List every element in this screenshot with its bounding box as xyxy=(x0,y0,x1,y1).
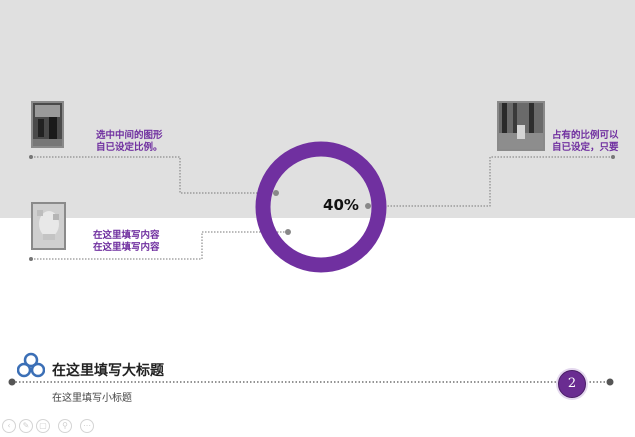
right-top-line1: 占有的比例可以 xyxy=(552,130,619,141)
left-bottom-label: 在这里填写内容 在这里填写内容 xyxy=(93,230,160,254)
slide-title: 在这里填写大标题 xyxy=(52,363,164,379)
left-top-line2: 自已设定比例。 xyxy=(96,142,163,153)
photo-left-top xyxy=(31,101,64,148)
left-bottom-line1: 在这里填写内容 xyxy=(93,230,160,241)
zoom-icon[interactable]: ⚲ xyxy=(58,419,72,433)
photo-image xyxy=(33,103,62,146)
blurred-face-image xyxy=(33,204,64,248)
left-bottom-line2: 在这里填写内容 xyxy=(93,242,160,253)
prev-arrow-icon[interactable]: ‹ xyxy=(2,419,16,433)
photo-right-top xyxy=(497,101,545,151)
left-top-label: 选中中间的图形 自已设定比例。 xyxy=(96,130,163,154)
page-number-badge: 2 xyxy=(558,370,586,398)
photo-left-bottom xyxy=(31,202,66,250)
more-icon[interactable]: ⋯ xyxy=(80,419,94,433)
photo-image xyxy=(499,103,543,149)
left-top-line1: 选中中间的图形 xyxy=(96,130,163,141)
right-top-label: 占有的比例可以 自已设定，只要 xyxy=(552,130,619,154)
slides-icon[interactable]: ▢ xyxy=(36,419,50,433)
pen-icon[interactable]: ✎ xyxy=(19,419,33,433)
right-top-line2: 自已设定，只要 xyxy=(552,142,619,153)
slide-subtitle: 在这里填写小标题 xyxy=(52,393,132,404)
logo-icon xyxy=(17,352,45,378)
donut-percentage: 40% xyxy=(323,196,359,214)
